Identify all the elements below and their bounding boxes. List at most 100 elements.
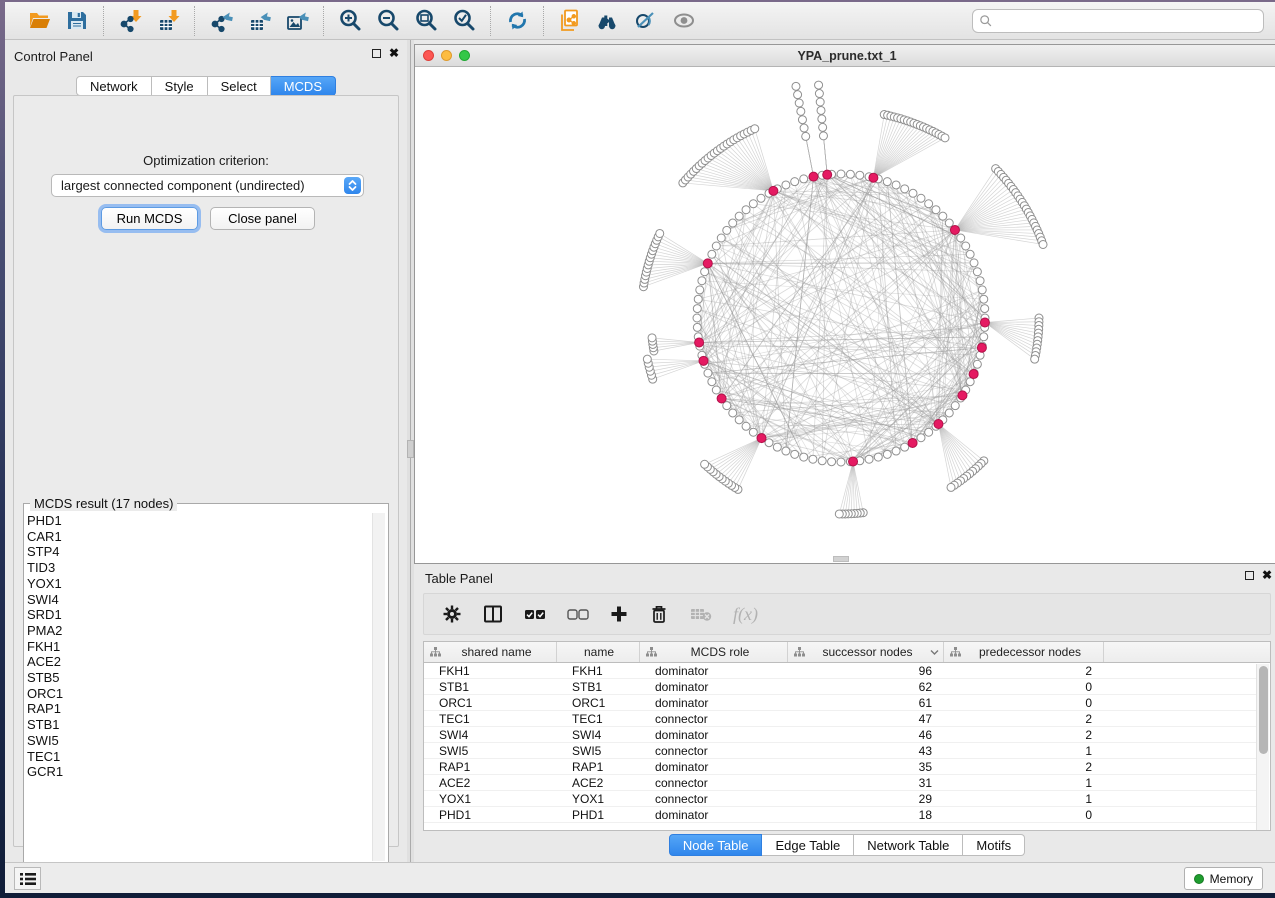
- zoom-selected-icon[interactable]: [445, 6, 483, 36]
- hide-selected-icon[interactable]: [627, 6, 665, 36]
- table-scrollbar[interactable]: [1256, 664, 1269, 830]
- network-window: YPA_prune.txt_1: [414, 44, 1275, 564]
- export-network-icon[interactable]: [202, 6, 240, 36]
- network-window-titlebar[interactable]: YPA_prune.txt_1: [415, 45, 1275, 67]
- control-panel: Control Panel ✖ NetworkStyleSelectMCDS O…: [5, 40, 407, 862]
- mcds-result-item[interactable]: PMA2: [27, 623, 367, 639]
- mcds-result-item[interactable]: FKH1: [27, 639, 367, 655]
- mcds-result-box: MCDS result (17 nodes) PHD1CAR1STP4TID3Y…: [23, 503, 389, 866]
- table-row[interactable]: RAP1RAP1dominator352: [424, 759, 1256, 775]
- table-scrollbar-thumb[interactable]: [1259, 666, 1268, 754]
- control-panel-title: Control Panel: [14, 49, 93, 64]
- mcds-result-item[interactable]: GCR1: [27, 764, 367, 780]
- export-image-icon[interactable]: [278, 6, 316, 36]
- mcds-result-item[interactable]: STP4: [27, 544, 367, 560]
- table-cell: dominator: [640, 695, 788, 710]
- table-row[interactable]: TEC1TEC1connector472: [424, 711, 1256, 727]
- tab-mcds[interactable]: MCDS: [271, 76, 336, 96]
- column-header-shared-name[interactable]: shared name: [424, 642, 557, 662]
- apply-layout-icon[interactable]: [498, 6, 536, 36]
- table-cell: ACE2: [557, 775, 640, 790]
- table-cell: STB1: [424, 679, 557, 694]
- table-cell: 0: [944, 807, 1104, 822]
- table-row[interactable]: SWI5SWI5connector431: [424, 743, 1256, 759]
- import-network-icon[interactable]: [111, 6, 149, 36]
- column-chooser-icon[interactable]: [483, 601, 503, 627]
- close-panel-button[interactable]: Close panel: [210, 207, 315, 230]
- export-table-icon[interactable]: [240, 6, 278, 36]
- deselect-all-icon[interactable]: [567, 601, 589, 627]
- find-icon[interactable]: [589, 6, 627, 36]
- mcds-result-item[interactable]: RAP1: [27, 701, 367, 717]
- mcds-result-item[interactable]: STB5: [27, 670, 367, 686]
- tab-node-table[interactable]: Node Table: [669, 834, 763, 856]
- window-controls: [423, 50, 470, 61]
- mcds-result-item[interactable]: TID3: [27, 560, 367, 576]
- delete-column-icon[interactable]: [649, 601, 669, 627]
- network-graph[interactable]: [415, 67, 1275, 563]
- add-column-icon[interactable]: [610, 601, 628, 627]
- run-mcds-button[interactable]: Run MCDS: [101, 207, 198, 230]
- search-box[interactable]: [972, 9, 1264, 33]
- save-session-icon[interactable]: [58, 6, 96, 36]
- search-input[interactable]: [997, 14, 1257, 28]
- mcds-result-item[interactable]: ACE2: [27, 654, 367, 670]
- import-table-icon[interactable]: [149, 6, 187, 36]
- column-header-mcds-role[interactable]: MCDS role: [640, 642, 788, 662]
- mcds-result-item[interactable]: SWI5: [27, 733, 367, 749]
- mcds-result-item[interactable]: TEC1: [27, 749, 367, 765]
- panel-splitter[interactable]: [407, 40, 414, 862]
- tab-motifs[interactable]: Motifs: [963, 834, 1025, 856]
- zoom-out-icon[interactable]: [369, 6, 407, 36]
- open-file-icon[interactable]: [20, 6, 58, 36]
- memory-status-icon: [1194, 874, 1204, 884]
- maximize-window-icon[interactable]: [459, 50, 470, 61]
- memory-button[interactable]: Memory: [1184, 867, 1263, 890]
- minimize-window-icon[interactable]: [441, 50, 452, 61]
- column-header-predecessor-nodes[interactable]: predecessor nodes: [944, 642, 1104, 662]
- task-history-button[interactable]: [14, 867, 41, 890]
- optimization-select[interactable]: largest connected component (undirected): [51, 174, 364, 197]
- close-window-icon[interactable]: [423, 50, 434, 61]
- table-cell: FKH1: [424, 663, 557, 678]
- column-header-name[interactable]: name: [557, 642, 640, 662]
- mcds-result-item[interactable]: STB1: [27, 717, 367, 733]
- network-resize-handle[interactable]: [833, 556, 849, 562]
- splitter-grip[interactable]: [407, 440, 414, 458]
- zoom-fit-icon[interactable]: [407, 6, 445, 36]
- tab-network-table[interactable]: Network Table: [854, 834, 963, 856]
- mcds-result-item[interactable]: ORC1: [27, 686, 367, 702]
- mcds-result-item[interactable]: CAR1: [27, 529, 367, 545]
- clone-network-icon[interactable]: [551, 6, 589, 36]
- mcds-result-item[interactable]: SWI4: [27, 592, 367, 608]
- table-cell: 61: [788, 695, 944, 710]
- select-all-icon[interactable]: [524, 601, 546, 627]
- column-header-successor-nodes[interactable]: successor nodes: [788, 642, 944, 662]
- mcds-result-item[interactable]: SRD1: [27, 607, 367, 623]
- close-table-panel-icon[interactable]: ✖: [1262, 570, 1272, 580]
- tab-network[interactable]: Network: [76, 76, 152, 96]
- table-row[interactable]: SWI4SWI4dominator462: [424, 727, 1256, 743]
- table-cell: dominator: [640, 727, 788, 742]
- show-all-icon[interactable]: [665, 6, 703, 36]
- mcds-result-item[interactable]: PHD1: [27, 513, 367, 529]
- settings-gear-icon[interactable]: [442, 601, 462, 627]
- network-canvas[interactable]: [415, 67, 1275, 563]
- tab-style[interactable]: Style: [152, 76, 208, 96]
- table-cell: RAP1: [424, 759, 557, 774]
- zoom-in-icon[interactable]: [331, 6, 369, 36]
- tab-select[interactable]: Select: [208, 76, 271, 96]
- close-panel-icon[interactable]: ✖: [389, 48, 399, 58]
- table-cell: 46: [788, 727, 944, 742]
- table-row[interactable]: PHD1PHD1dominator180: [424, 807, 1256, 823]
- table-row[interactable]: YOX1YOX1connector291: [424, 791, 1256, 807]
- table-row[interactable]: FKH1FKH1dominator962: [424, 663, 1256, 679]
- mcds-result-item[interactable]: YOX1: [27, 576, 367, 592]
- tab-edge-table[interactable]: Edge Table: [762, 834, 854, 856]
- mcds-result-scrollbar[interactable]: [372, 513, 385, 861]
- table-row[interactable]: STB1STB1dominator620: [424, 679, 1256, 695]
- float-panel-icon[interactable]: [372, 49, 381, 58]
- float-table-panel-icon[interactable]: [1245, 571, 1254, 580]
- table-row[interactable]: ACE2ACE2connector311: [424, 775, 1256, 791]
- table-row[interactable]: ORC1ORC1dominator610: [424, 695, 1256, 711]
